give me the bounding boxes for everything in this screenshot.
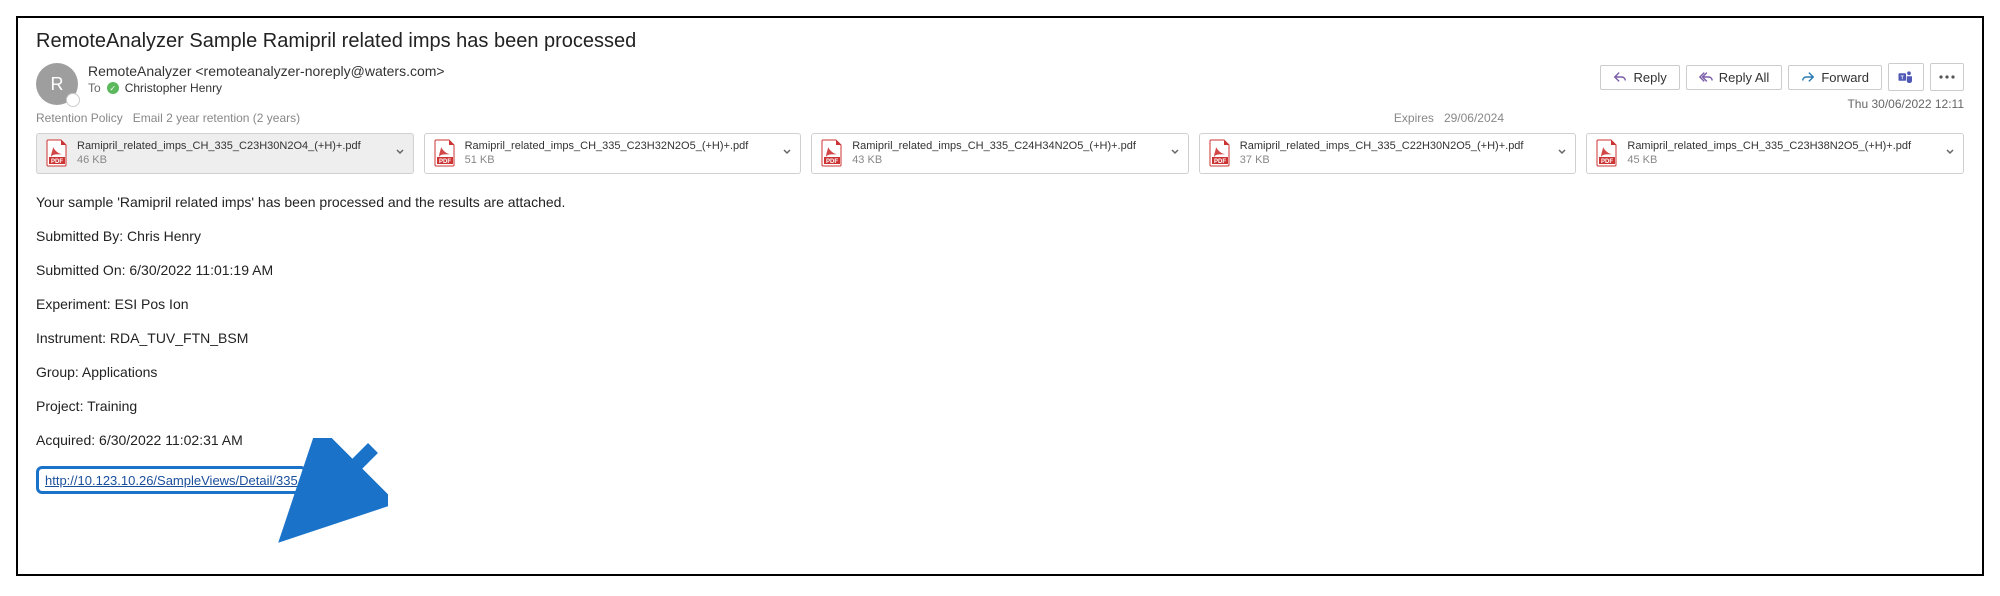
attachment-item[interactable]: PDF Ramipril_related_imps_CH_335_C24H34N… <box>811 133 1189 174</box>
retention-policy-value: Email 2 year retention (2 years) <box>133 111 300 125</box>
chevron-down-icon[interactable] <box>1170 144 1180 162</box>
sample-detail-link[interactable]: http://10.123.10.26/SampleViews/Detail/3… <box>45 473 298 488</box>
teams-button[interactable] <box>1888 63 1924 91</box>
to-name: Christopher Henry <box>125 81 222 95</box>
body-line-submitted-on: Submitted On: 6/30/2022 11:01:19 AM <box>36 262 1964 278</box>
link-highlight-box: http://10.123.10.26/SampleViews/Detail/3… <box>36 466 307 494</box>
email-frame: RemoteAnalyzer Sample Ramipril related i… <box>16 16 1984 576</box>
attachment-size: 46 KB <box>77 153 387 167</box>
to-label: To <box>88 81 101 95</box>
reply-button[interactable]: Reply <box>1600 65 1679 90</box>
attachment-name: Ramipril_related_imps_CH_335_C22H30N2O5_… <box>1240 139 1550 153</box>
attachment-name: Ramipril_related_imps_CH_335_C23H30N2O4_… <box>77 139 387 153</box>
reply-all-label: Reply All <box>1719 70 1770 85</box>
attachment-item[interactable]: PDF Ramipril_related_imps_CH_335_C23H32N… <box>424 133 802 174</box>
attachment-size: 51 KB <box>465 153 775 167</box>
body-line-submitted-by: Submitted By: Chris Henry <box>36 228 1964 244</box>
attachment-name: Ramipril_related_imps_CH_335_C23H38N2O5_… <box>1627 139 1937 153</box>
body-line-experiment: Experiment: ESI Pos Ion <box>36 296 1964 312</box>
chevron-down-icon[interactable] <box>395 144 405 162</box>
teams-icon <box>1897 68 1915 86</box>
attachment-item[interactable]: PDF Ramipril_related_imps_CH_335_C22H30N… <box>1199 133 1577 174</box>
email-header: R RemoteAnalyzer <remoteanalyzer-noreply… <box>36 63 1964 105</box>
reply-all-button[interactable]: Reply All <box>1686 65 1783 90</box>
body-line-group: Group: Applications <box>36 364 1964 380</box>
attachment-size: 37 KB <box>1240 153 1550 167</box>
attachment-name: Ramipril_related_imps_CH_335_C23H32N2O5_… <box>465 139 775 153</box>
email-subject: RemoteAnalyzer Sample Ramipril related i… <box>36 30 1964 53</box>
chevron-down-icon[interactable] <box>1945 144 1955 162</box>
attachment-size: 45 KB <box>1627 153 1937 167</box>
more-button[interactable] <box>1930 63 1964 91</box>
chevron-down-icon[interactable] <box>1557 144 1567 162</box>
action-bar: Reply Reply All Forward <box>1600 63 1964 91</box>
attachment-size: 43 KB <box>852 153 1162 167</box>
attachment-name: Ramipril_related_imps_CH_335_C24H34N2O5_… <box>852 139 1162 153</box>
svg-text:PDF: PDF <box>1601 159 1613 165</box>
retention-policy-label: Retention Policy <box>36 111 123 125</box>
expires-label: Expires <box>1394 111 1434 125</box>
avatar-initial: R <box>51 74 64 95</box>
ellipsis-icon <box>1939 75 1955 79</box>
svg-text:PDF: PDF <box>439 159 451 165</box>
from-address: RemoteAnalyzer <remoteanalyzer-noreply@w… <box>88 63 1590 79</box>
forward-label: Forward <box>1821 70 1869 85</box>
body-line-intro: Your sample 'Ramipril related imps' has … <box>36 194 1964 210</box>
retention-row: Retention Policy Email 2 year retention … <box>36 111 1964 125</box>
attachments-row: PDF Ramipril_related_imps_CH_335_C23H30N… <box>36 133 1964 174</box>
reply-label: Reply <box>1633 70 1666 85</box>
received-timestamp: Thu 30/06/2022 12:11 <box>1847 97 1964 111</box>
svg-text:PDF: PDF <box>51 159 63 165</box>
reply-icon <box>1613 70 1627 84</box>
verified-icon: ✓ <box>107 82 119 94</box>
expires-value: 29/06/2024 <box>1444 111 1504 125</box>
attachment-item[interactable]: PDF Ramipril_related_imps_CH_335_C23H30N… <box>36 133 414 174</box>
email-body: Your sample 'Ramipril related imps' has … <box>36 194 1964 494</box>
body-line-project: Project: Training <box>36 398 1964 414</box>
body-line-acquired: Acquired: 6/30/2022 11:02:31 AM <box>36 432 1964 448</box>
forward-button[interactable]: Forward <box>1788 65 1882 90</box>
reply-all-icon <box>1699 70 1713 84</box>
presence-icon <box>66 93 80 107</box>
body-line-instrument: Instrument: RDA_TUV_FTN_BSM <box>36 330 1964 346</box>
chevron-down-icon[interactable] <box>782 144 792 162</box>
attachment-item[interactable]: PDF Ramipril_related_imps_CH_335_C23H38N… <box>1586 133 1964 174</box>
forward-icon <box>1801 70 1815 84</box>
svg-text:PDF: PDF <box>1214 159 1226 165</box>
avatar: R <box>36 63 78 105</box>
svg-text:PDF: PDF <box>826 159 838 165</box>
